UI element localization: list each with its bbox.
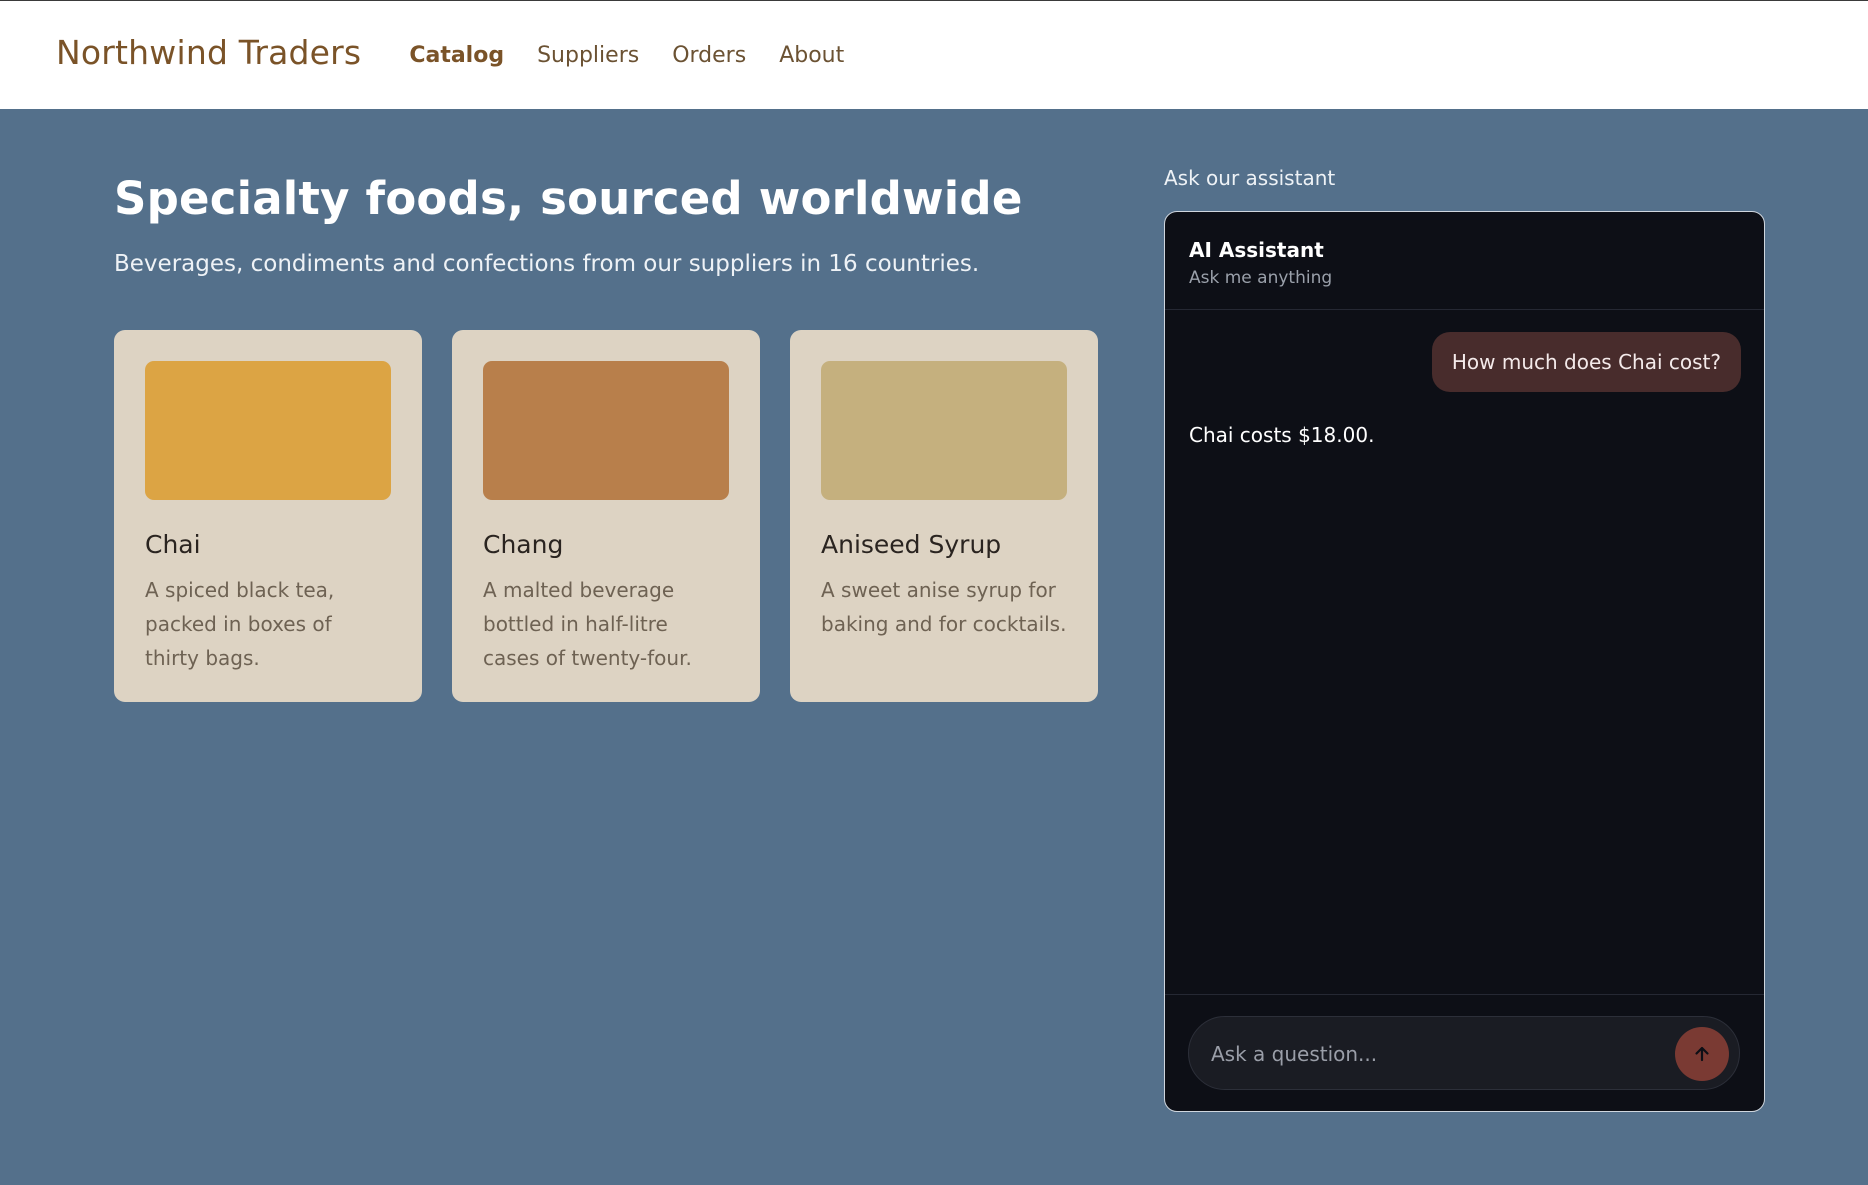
send-button[interactable] xyxy=(1675,1027,1729,1081)
product-image xyxy=(821,361,1067,500)
chat-title: AI Assistant xyxy=(1189,238,1324,262)
arrow-up-icon xyxy=(1695,1046,1709,1062)
nav-link-catalog[interactable]: Catalog xyxy=(409,43,504,68)
product-card-list: Chai A spiced black tea, packed in boxes… xyxy=(114,330,1098,702)
product-description: A sweet anise syrup for baking and for c… xyxy=(821,578,1067,636)
assistant-message: Chai costs $18.00. xyxy=(1189,423,1375,447)
assistant-section-label: Ask our assistant xyxy=(1164,166,1336,190)
product-name: Chai xyxy=(145,530,201,559)
product-name: Chang xyxy=(483,530,564,559)
product-card[interactable]: Aniseed Syrup A sweet anise syrup for ba… xyxy=(790,330,1098,702)
chat-subtitle: Ask me anything xyxy=(1189,268,1333,288)
nav-link-about[interactable]: About xyxy=(779,43,844,68)
chat-input[interactable] xyxy=(1211,1037,1671,1071)
product-image xyxy=(483,361,729,500)
chat-widget: AI Assistant Ask me anything How much do… xyxy=(1164,211,1765,1112)
product-card[interactable]: Chang A malted beverage bottled in half-… xyxy=(452,330,760,702)
main-nav: Catalog Suppliers Orders About xyxy=(409,43,877,68)
product-image xyxy=(145,361,391,500)
top-navigation-bar: Northwind Traders Catalog Suppliers Orde… xyxy=(0,0,1868,109)
chat-header: AI Assistant Ask me anything xyxy=(1165,212,1764,310)
product-name: Aniseed Syrup xyxy=(821,530,1002,559)
product-description: A spiced black tea, packed in boxes of t… xyxy=(145,578,335,670)
page-subtitle: Beverages, condiments and confections fr… xyxy=(114,251,980,277)
user-message: How much does Chai cost? xyxy=(1431,332,1741,392)
product-description: A malted beverage bottled in half-litre … xyxy=(483,578,692,670)
chat-footer xyxy=(1165,994,1764,1111)
nav-link-suppliers[interactable]: Suppliers xyxy=(537,43,639,68)
chat-input-container xyxy=(1188,1016,1740,1090)
page-title: Specialty foods, sourced worldwide xyxy=(114,172,1023,225)
chat-messages: How much does Chai cost? Chai costs $18.… xyxy=(1165,310,1764,1006)
product-card[interactable]: Chai A spiced black tea, packed in boxes… xyxy=(114,330,422,702)
nav-link-orders[interactable]: Orders xyxy=(672,43,746,68)
brand-logo[interactable]: Northwind Traders xyxy=(56,33,361,72)
